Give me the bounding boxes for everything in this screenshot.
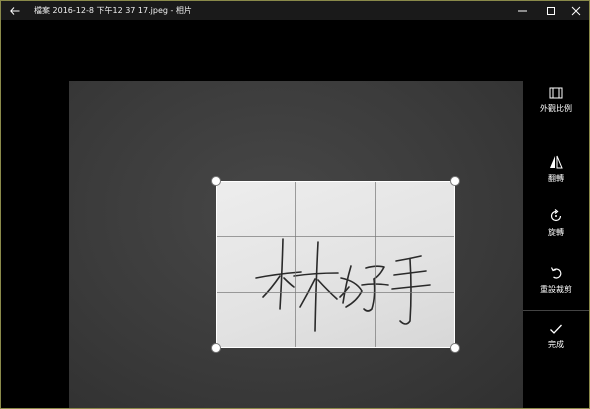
crop-handle-top-left[interactable] <box>211 176 221 186</box>
maximize-button[interactable] <box>537 1 565 20</box>
reset-crop-label: 重設裁剪 <box>540 285 572 294</box>
rotate-label: 旋轉 <box>548 228 564 237</box>
crop-handle-top-right[interactable] <box>450 176 460 186</box>
minimize-icon <box>518 10 527 11</box>
window-title: 檔案 2016-12-8 下午12 37 17.jpeg - 相片 <box>34 6 192 15</box>
rotate-icon <box>550 209 562 222</box>
title-bar: 檔案 2016-12-8 下午12 37 17.jpeg - 相片 <box>1 1 589 20</box>
reset-crop-button[interactable]: 重設裁剪 <box>523 266 589 295</box>
checkmark-icon <box>550 324 562 334</box>
reset-icon <box>550 267 562 279</box>
flip-label: 翻轉 <box>548 174 564 183</box>
crop-handle-bottom-right[interactable] <box>450 343 460 353</box>
back-arrow-icon <box>10 6 20 15</box>
aspect-ratio-button[interactable]: 外觀比例 <box>523 87 589 114</box>
toolbar-divider <box>523 310 589 311</box>
crop-canvas[interactable] <box>69 81 523 408</box>
crop-toolbar: 外觀比例 翻轉 旋轉 重設裁剪 完成 <box>523 81 589 408</box>
maximize-icon <box>547 6 555 15</box>
rotate-button[interactable]: 旋轉 <box>523 209 589 238</box>
done-label: 完成 <box>548 340 564 349</box>
minimize-button[interactable] <box>509 1 537 20</box>
crop-frame[interactable] <box>216 181 455 348</box>
photos-app-window: 檔案 2016-12-8 下午12 37 17.jpeg - 相片 外觀比例 翻… <box>0 0 590 409</box>
close-button[interactable] <box>562 1 589 20</box>
flip-button[interactable]: 翻轉 <box>523 155 589 184</box>
done-button[interactable]: 完成 <box>523 323 589 350</box>
crop-handle-bottom-left[interactable] <box>211 343 221 353</box>
close-icon <box>571 6 581 15</box>
flip-icon <box>550 155 563 169</box>
aspect-ratio-label: 外觀比例 <box>540 104 572 113</box>
back-button[interactable] <box>1 1 29 20</box>
aspect-ratio-icon <box>549 87 563 99</box>
